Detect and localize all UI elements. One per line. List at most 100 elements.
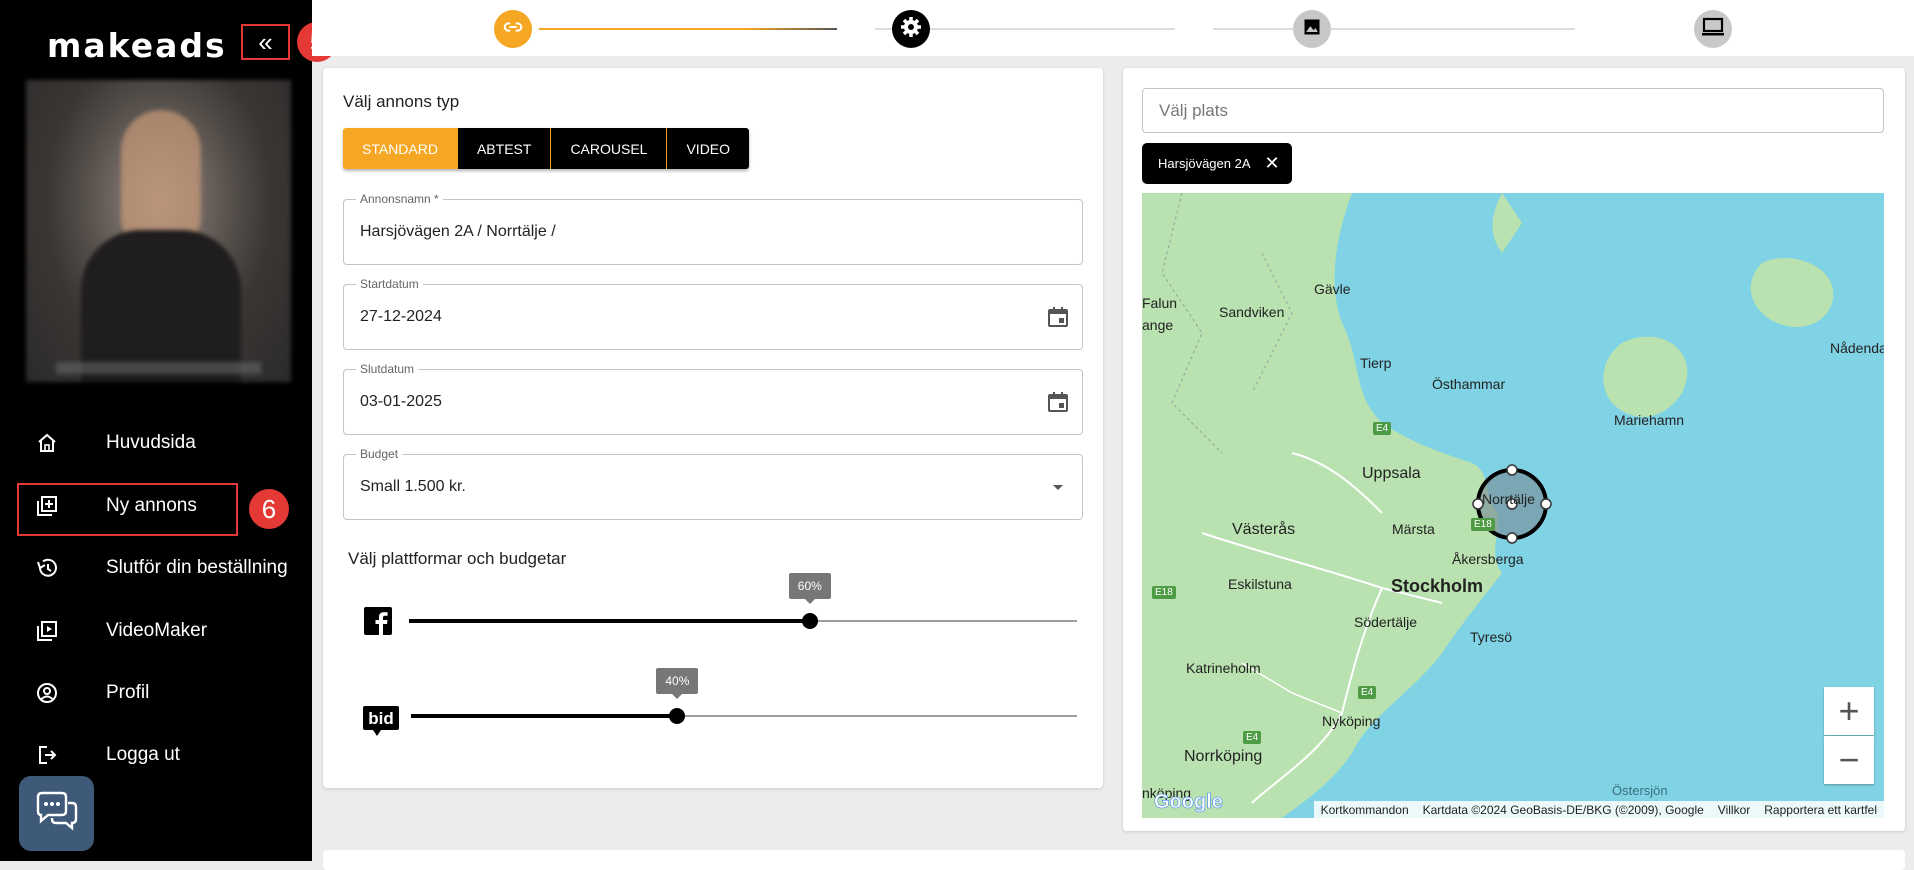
start-date-field[interactable]: Startdatum 27-12-2024 xyxy=(343,277,1083,350)
annotation-badge-6: 6 xyxy=(249,489,289,529)
road-shield: E4 xyxy=(1358,686,1377,699)
sidebar-item-logga-ut[interactable]: Logga ut xyxy=(0,729,312,781)
map-label: ange xyxy=(1142,317,1174,333)
chip-label: Harsjövägen 2A xyxy=(1158,156,1251,171)
map-label: Södertälje xyxy=(1354,614,1418,630)
location-card: Välj plats Harsjövägen 2A ✕ Falun Gävle … xyxy=(1123,68,1905,831)
link-icon xyxy=(502,16,524,43)
progress-stepper xyxy=(312,0,1914,56)
stepper-line xyxy=(1213,28,1575,30)
field-value: 03-01-2025 xyxy=(360,393,442,410)
video-library-icon xyxy=(34,618,60,644)
sidebar-item-label: VideoMaker xyxy=(106,620,208,641)
map-label: Östhammar xyxy=(1432,376,1506,392)
sidebar-item-profil[interactable]: Profil xyxy=(0,667,312,719)
collapse-sidebar-button[interactable]: « xyxy=(241,24,290,60)
map-label: Stockholm xyxy=(1391,576,1484,596)
zoom-in-button[interactable]: + xyxy=(1824,687,1874,735)
close-icon[interactable]: ✕ xyxy=(1265,153,1280,174)
chat-button[interactable] xyxy=(19,776,94,851)
map-label: Sandviken xyxy=(1219,304,1285,320)
field-value: 27-12-2024 xyxy=(360,308,442,325)
bottom-card xyxy=(323,850,1905,870)
map-data-text: Kartdata ©2024 GeoBasis-DE/BKG (©2009), … xyxy=(1422,802,1704,817)
report-error-link[interactable]: Rapportera ett kartfel xyxy=(1757,803,1884,817)
facebook-budget-slider[interactable]: 60% xyxy=(409,573,1077,636)
ad-type-standard-button[interactable]: STANDARD xyxy=(343,128,458,169)
slider-thumb[interactable] xyxy=(669,708,686,724)
map-label: Norrköping xyxy=(1184,748,1263,765)
avatar xyxy=(26,80,291,382)
map-label: Gävle xyxy=(1314,281,1351,297)
bid-icon: bid xyxy=(363,702,399,741)
location-chip[interactable]: Harsjövägen 2A ✕ xyxy=(1142,143,1292,184)
sidebar-item-label: Profil xyxy=(106,682,150,703)
slider-fill xyxy=(409,619,810,623)
sidebar-item-huvudsida[interactable]: Huvudsida xyxy=(0,417,312,469)
double-chevron-left-icon: « xyxy=(258,26,273,57)
account-circle-icon xyxy=(34,680,60,706)
map-label: Falun xyxy=(1142,295,1178,311)
calendar-icon[interactable] xyxy=(1046,390,1070,414)
map-label: Norrtälje xyxy=(1482,491,1535,507)
step-link[interactable] xyxy=(494,10,532,48)
ad-type-title: Välj annons typ xyxy=(343,92,460,111)
zoom-out-button[interactable]: − xyxy=(1824,736,1874,784)
step-image[interactable] xyxy=(1293,10,1331,48)
bid-budget-slider[interactable]: 40% xyxy=(411,668,1077,731)
map-label: Östersjön xyxy=(1612,783,1668,798)
facebook-icon xyxy=(363,606,393,641)
road-shield: E18 xyxy=(1152,586,1176,599)
platforms-title: Välj plattformar och budgetar xyxy=(348,549,567,568)
road-shield: E4 xyxy=(1373,422,1392,435)
terms-link[interactable]: Villkor xyxy=(1711,803,1757,817)
laptop-icon xyxy=(1701,16,1725,43)
place-search-input[interactable]: Välj plats xyxy=(1142,88,1884,133)
ad-type-toggle-group: STANDARD ABTEST CAROUSEL VIDEO xyxy=(343,128,750,169)
map-label: Katrineholm xyxy=(1186,660,1261,676)
field-value: Small 1.500 kr. xyxy=(360,478,466,495)
google-logo: Google xyxy=(1154,791,1223,814)
chat-bubbles-icon xyxy=(34,791,80,836)
slider-fill xyxy=(411,714,678,718)
map-attribution: Kortkommandon Kartdata ©2024 GeoBasis-DE… xyxy=(1313,801,1884,818)
map-label: Mariehamn xyxy=(1614,412,1685,428)
road-shield: E18 xyxy=(1471,518,1495,531)
slider-tooltip: 60% xyxy=(788,573,831,604)
home-icon xyxy=(34,430,60,456)
logout-icon xyxy=(34,742,60,768)
sidebar-item-videomaker[interactable]: VideoMaker xyxy=(0,605,312,657)
image-icon xyxy=(1302,17,1322,42)
sidebar-item-slutfor[interactable]: Slutför din beställning xyxy=(0,542,312,594)
sidebar: makeads « 5 Huvudsida Ny annons 6 Slutfö… xyxy=(0,0,337,861)
field-label: Annonsnamn * xyxy=(356,192,443,206)
sidebar-item-label: Huvudsida xyxy=(106,432,196,453)
makeads-logo[interactable]: makeads xyxy=(47,26,227,65)
calendar-icon[interactable] xyxy=(1046,305,1070,329)
add-library-icon xyxy=(34,493,60,519)
step-settings[interactable] xyxy=(892,10,930,48)
map-label: Västerås xyxy=(1232,521,1296,538)
road-shield: E4 xyxy=(1243,731,1262,744)
map[interactable]: Falun Gävle Sandviken Tierp Östhammar Nå… xyxy=(1142,193,1884,818)
dropdown-arrow-icon xyxy=(1046,475,1070,499)
end-date-field[interactable]: Slutdatum 03-01-2025 xyxy=(343,362,1083,435)
map-label: Uppsala xyxy=(1362,465,1421,482)
ad-type-carousel-button[interactable]: CAROUSEL xyxy=(551,128,668,169)
gear-icon xyxy=(899,15,923,44)
map-label: Nådendal xyxy=(1830,340,1884,356)
map-label: Märsta xyxy=(1392,521,1435,537)
ad-name-field[interactable]: Annonsnamn * Harsjövägen 2A / Norrtälje … xyxy=(343,192,1083,265)
bid-icon-text: bid xyxy=(368,709,394,728)
ad-type-video-button[interactable]: VIDEO xyxy=(667,128,750,169)
stepper-line-done xyxy=(539,28,837,30)
map-label: Åkersberga xyxy=(1452,551,1524,567)
slider-thumb[interactable] xyxy=(801,613,818,629)
ad-type-abtest-button[interactable]: ABTEST xyxy=(457,128,552,169)
field-value: Harsjövägen 2A / Norrtälje / xyxy=(360,223,556,240)
keyboard-shortcuts-link[interactable]: Kortkommandon xyxy=(1314,803,1416,817)
budget-select[interactable]: Budget Small 1.500 kr. xyxy=(343,447,1083,520)
field-label: Slutdatum xyxy=(356,362,419,376)
map-label: Eskilstuna xyxy=(1228,576,1292,592)
step-preview[interactable] xyxy=(1694,10,1732,48)
